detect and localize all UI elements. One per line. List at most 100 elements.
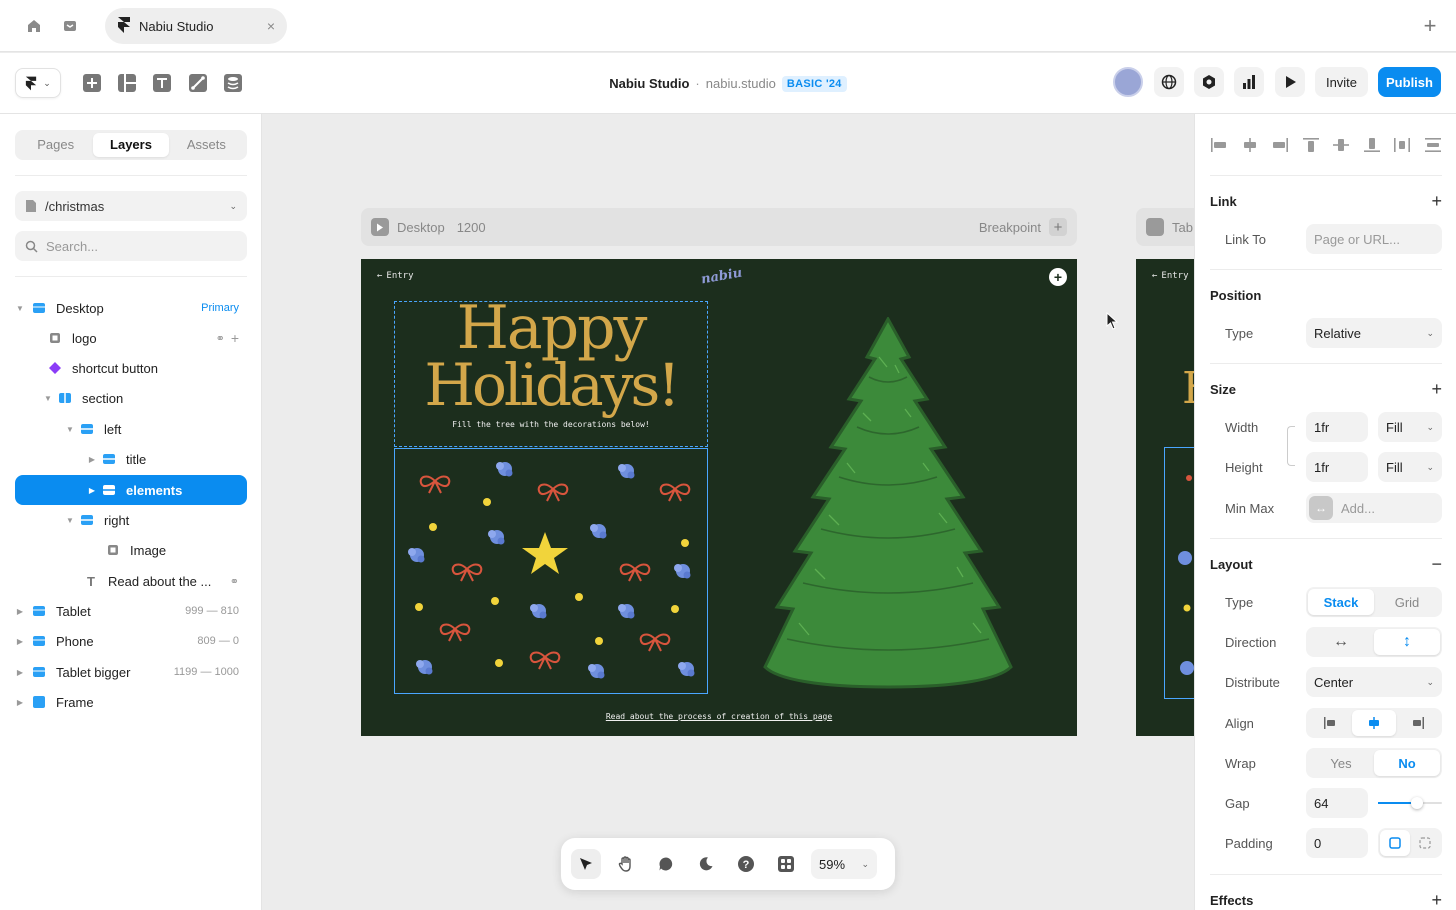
align-center-icon[interactable] [1352,710,1396,736]
project-name[interactable]: Nabiu Studio [609,76,689,91]
document-tab[interactable]: Nabiu Studio × [105,8,287,44]
dark-mode-button[interactable] [691,849,721,879]
layer-left[interactable]: ▼ left [15,414,247,444]
plus-icon[interactable]: + [1049,218,1067,236]
title-block[interactable]: Happy Holidays! Fill the tree with the d… [394,298,708,447]
padding-individual-icon[interactable] [1410,830,1440,856]
width-input[interactable]: 1fr [1306,412,1368,442]
min-max-input[interactable]: ↔ Add... [1306,493,1442,523]
page-select[interactable]: /christmas ⌄ [15,191,247,221]
layer-shortcut-button[interactable]: shortcut button [15,353,247,383]
layout-stack-option[interactable]: Stack [1308,589,1374,615]
layer-image[interactable]: Image [15,535,247,565]
link-icon[interactable]: ⚭ [230,575,239,588]
layer-phone[interactable]: ▶ Phone 809 — 0 [15,626,247,656]
project-domain[interactable]: nabiu.studio [706,76,776,91]
inbox-icon[interactable] [60,16,80,36]
hand-tool-button[interactable] [611,849,641,879]
direction-horizontal-icon[interactable]: ↔ [1308,629,1374,655]
layer-section[interactable]: ▼ section [15,383,247,413]
remove-layout-minus-icon[interactable]: − [1431,555,1442,573]
preview-play-icon[interactable] [371,218,389,236]
distribute-select[interactable]: Center ⌄ [1306,667,1442,697]
publish-button[interactable]: Publish [1378,67,1441,97]
wrap-no-option[interactable]: No [1374,750,1440,776]
align-top-icon[interactable] [1302,138,1320,152]
preview-play-icon[interactable] [1146,218,1164,236]
caret-right-icon[interactable]: ▶ [87,486,97,495]
layer-title[interactable]: ▶ title [15,444,247,474]
layer-tablet-bigger[interactable]: ▶ Tablet bigger 1199 — 1000 [15,657,247,687]
layer-elements[interactable]: ▶ elements [15,475,247,505]
direction-vertical-icon[interactable]: ↕ [1374,629,1440,655]
add-icon[interactable]: + [231,330,239,346]
text-button[interactable] [150,71,174,95]
align-middle-icon[interactable] [1332,138,1350,152]
align-left-icon[interactable] [1210,138,1228,152]
distribute-horizontal-icon[interactable] [1393,138,1411,152]
distribute-vertical-icon[interactable] [1424,138,1442,152]
tablet-frame[interactable]: ← Entry H [1136,259,1194,736]
tablet-breakpoint-name[interactable]: Tab [1172,220,1193,235]
caret-down-icon[interactable]: ▼ [43,394,53,403]
add-size-plus-icon[interactable]: + [1431,380,1442,398]
entry-link[interactable]: ← Entry [377,271,414,281]
align-start-icon[interactable] [1308,710,1352,736]
vector-button[interactable] [186,71,210,95]
wrap-yes-option[interactable]: Yes [1308,750,1374,776]
zoom-select[interactable]: 59% ⌄ [811,849,877,879]
layer-frame[interactable]: ▶ Frame [15,687,247,717]
caret-right-icon[interactable]: ▶ [87,455,97,464]
add-breakpoint-label[interactable]: Breakpoint [979,220,1041,235]
canvas[interactable]: Desktop 1200 Breakpoint + ← Entry nabiu … [262,114,1194,910]
shortcut-plus-button[interactable]: + [1049,268,1067,286]
width-mode-select[interactable]: Fill ⌄ [1378,412,1442,442]
add-link-plus-icon[interactable]: + [1431,192,1442,210]
comment-tool-button[interactable] [651,849,681,879]
avatar[interactable] [1113,67,1143,97]
tab-pages[interactable]: Pages [18,133,93,157]
caret-right-icon[interactable]: ▶ [15,668,25,677]
add-effect-plus-icon[interactable]: + [1431,891,1442,909]
caret-right-icon[interactable]: ▶ [15,637,25,646]
position-type-select[interactable]: Relative ⌄ [1306,318,1442,348]
settings-button[interactable] [1194,67,1224,97]
caret-down-icon[interactable]: ▼ [65,516,75,525]
layout-button[interactable] [115,71,139,95]
desktop-frame[interactable]: ← Entry nabiu + Happy Holidays! Fill the… [361,259,1077,736]
align-end-icon[interactable] [1396,710,1440,736]
height-input[interactable]: 1fr [1306,452,1368,482]
align-center-horizontal-icon[interactable] [1241,138,1259,152]
caret-right-icon[interactable]: ▶ [15,607,25,616]
footer-link[interactable]: Read about the process of creation of th… [361,712,1077,721]
layer-read-about[interactable]: T Read about the ... ⚭ [15,566,247,596]
site-logo[interactable]: nabiu [700,266,743,288]
breakpoint-name[interactable]: Desktop [397,220,445,235]
grid-button[interactable] [771,849,801,879]
caret-down-icon[interactable]: ▼ [15,304,25,313]
gap-input[interactable]: 64 [1306,788,1368,818]
align-bottom-icon[interactable] [1363,138,1381,152]
gap-slider[interactable] [1378,797,1442,809]
christmas-tree-image[interactable] [759,317,1017,693]
caret-right-icon[interactable]: ▶ [15,698,25,707]
aspect-lock-icon[interactable] [1287,426,1295,466]
globe-button[interactable] [1154,67,1184,97]
home-icon[interactable] [24,16,44,36]
tab-layers[interactable]: Layers [93,133,169,157]
entry-link[interactable]: ← Entry [1152,271,1189,281]
select-tool-button[interactable] [571,849,601,879]
link-icon[interactable]: ⚭ [216,332,225,345]
help-button[interactable]: ? [731,849,761,879]
link-to-input[interactable]: Page or URL... [1306,224,1442,254]
elements-container[interactable] [394,448,708,694]
invite-button[interactable]: Invite [1315,67,1368,97]
layout-grid-option[interactable]: Grid [1374,589,1440,615]
height-mode-select[interactable]: Fill ⌄ [1378,452,1442,482]
layer-desktop[interactable]: ▼ Desktop Primary [15,293,247,323]
tab-assets[interactable]: Assets [169,133,244,157]
close-icon[interactable]: × [267,18,275,34]
layer-logo[interactable]: logo ⚭ + [15,323,247,353]
preview-button[interactable] [1275,67,1305,97]
layer-right[interactable]: ▼ right [15,505,247,535]
